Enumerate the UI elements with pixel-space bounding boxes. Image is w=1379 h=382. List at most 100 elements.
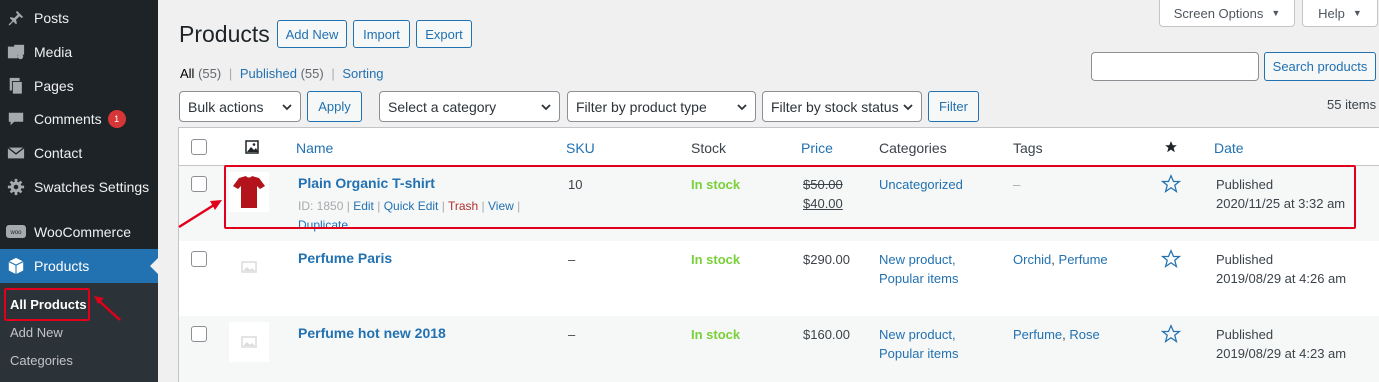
- table-header: Name SKU Stock Price Categories Tags Dat…: [179, 128, 1379, 166]
- svg-text:woo: woo: [9, 230, 22, 236]
- placeholder-image-icon[interactable]: [229, 322, 269, 362]
- category-select[interactable]: Select a category: [379, 91, 560, 122]
- view-all-count: (55): [198, 66, 222, 81]
- gear-icon: [6, 177, 26, 197]
- publish-status: Published: [1216, 252, 1274, 267]
- woo-icon: woo: [6, 222, 26, 242]
- row-checkbox[interactable]: [191, 176, 207, 192]
- featured-star-icon[interactable]: [1161, 324, 1181, 344]
- filter-button[interactable]: Filter: [928, 91, 979, 122]
- sidebar-item-contact[interactable]: Contact: [0, 136, 158, 170]
- view-all-link[interactable]: All: [180, 66, 194, 81]
- table-row: Perfume Paris – In stock $290.00 New pro…: [179, 241, 1379, 316]
- sidebar-item-pages[interactable]: Pages: [0, 69, 158, 103]
- row-checkbox[interactable]: [191, 326, 207, 342]
- sidebar-item-posts[interactable]: Posts: [0, 1, 158, 35]
- comment-icon: [6, 109, 26, 129]
- pin-icon: [6, 8, 26, 28]
- stock-status-value: Filter by stock status: [771, 98, 899, 115]
- table-row: Perfume hot new 2018 – In stock $160.00 …: [179, 316, 1379, 382]
- sidebar-item-label: Contact: [34, 145, 83, 161]
- category-link[interactable]: Popular items: [879, 346, 958, 361]
- view-filters: All (55) | Published (55) | Sorting: [180, 66, 384, 81]
- stock-status: In stock: [691, 327, 741, 342]
- import-button[interactable]: Import: [353, 20, 410, 48]
- image-column-icon: [245, 140, 259, 154]
- select-all-checkbox[interactable]: [191, 139, 207, 155]
- category-link[interactable]: New product,: [879, 327, 956, 342]
- box-icon: [6, 256, 26, 276]
- chevron-down-icon: [737, 104, 747, 111]
- featured-star-icon[interactable]: [1161, 249, 1181, 269]
- sidebar-item-label: Swatches Settings: [34, 179, 150, 195]
- caret-down-icon: ▼: [1352, 8, 1362, 18]
- category-link[interactable]: Popular items: [879, 271, 958, 286]
- sidebar-item-label: WooCommerce: [34, 224, 131, 240]
- help-label: Help: [1318, 5, 1345, 21]
- sidebar-item-label: Comments: [34, 111, 102, 127]
- sidebar-item-products[interactable]: Products: [0, 249, 158, 283]
- sidebar-item-swatches-settings[interactable]: Swatches Settings: [0, 170, 158, 204]
- comments-count-badge: 1: [107, 110, 126, 128]
- chevron-down-icon: [282, 104, 292, 111]
- stock-status: In stock: [691, 252, 741, 267]
- sidebar-item-media[interactable]: Media: [0, 35, 158, 69]
- tag-link[interactable]: Rose: [1069, 327, 1099, 342]
- chevron-down-icon: [903, 104, 913, 111]
- row-highlight-box: [224, 165, 1356, 229]
- screen-options-button[interactable]: Screen Options ▼: [1159, 0, 1295, 27]
- sidebar-item-label: Posts: [34, 10, 70, 26]
- category-value: Select a category: [388, 98, 497, 115]
- separator: |: [228, 66, 233, 81]
- product-name-link[interactable]: Perfume hot new 2018: [298, 325, 446, 341]
- export-button[interactable]: Export: [416, 20, 472, 48]
- arrow-pointer-icon: [178, 200, 222, 229]
- category-link[interactable]: New product,: [879, 252, 956, 267]
- arrow-pointer-icon: [94, 296, 121, 321]
- row-checkbox[interactable]: [191, 251, 207, 267]
- tags-value: Perfume, Rose: [1013, 327, 1100, 342]
- sidebar-item-label: Pages: [34, 78, 74, 94]
- view-published-count: (55): [300, 66, 324, 81]
- pages-icon: [6, 76, 26, 96]
- bulk-actions-value: Bulk actions: [188, 98, 264, 115]
- page-title: Products: [179, 21, 270, 47]
- column-tags: Tags: [1013, 140, 1043, 156]
- tag-link[interactable]: Orchid: [1013, 252, 1051, 267]
- product-name-link[interactable]: Perfume Paris: [298, 250, 392, 266]
- column-sku[interactable]: SKU: [566, 140, 595, 156]
- sidebar-item-woocommerce[interactable]: woo WooCommerce: [0, 215, 158, 249]
- tag-link[interactable]: Perfume: [1059, 252, 1108, 267]
- help-button[interactable]: Help ▼: [1302, 0, 1378, 27]
- sku-value: –: [568, 252, 576, 267]
- view-sorting-link[interactable]: Sorting: [342, 66, 383, 81]
- placeholder-image-icon[interactable]: [229, 247, 269, 287]
- chevron-down-icon: [541, 104, 551, 111]
- tags-value: Orchid, Perfume: [1013, 252, 1108, 267]
- stock-status-select[interactable]: Filter by stock status: [762, 91, 922, 122]
- product-type-value: Filter by product type: [576, 98, 707, 115]
- apply-button[interactable]: Apply: [307, 91, 362, 122]
- all-products-highlight-box: [4, 288, 90, 321]
- bulk-actions-select[interactable]: Bulk actions: [179, 91, 301, 122]
- search-products-button[interactable]: Search products: [1264, 52, 1376, 81]
- search-input[interactable]: [1091, 52, 1259, 81]
- column-name[interactable]: Name: [296, 140, 333, 156]
- column-price[interactable]: Price: [801, 140, 833, 156]
- column-categories: Categories: [879, 140, 947, 156]
- media-icon: [6, 42, 26, 62]
- separator: |: [331, 66, 335, 81]
- submenu-add-new[interactable]: Add New: [10, 325, 63, 340]
- items-count: 55 items: [1327, 97, 1377, 112]
- sidebar-item-label: Media: [34, 44, 73, 60]
- add-new-button[interactable]: Add New: [277, 20, 347, 48]
- sidebar-item-comments[interactable]: Comments 1: [0, 102, 158, 136]
- view-published-link[interactable]: Published: [240, 66, 297, 81]
- product-type-select[interactable]: Filter by product type: [567, 91, 756, 122]
- column-date[interactable]: Date: [1214, 140, 1244, 156]
- tag-link[interactable]: Perfume: [1013, 327, 1062, 342]
- featured-star-icon[interactable]: [1164, 140, 1178, 154]
- screen-options-label: Screen Options: [1173, 5, 1264, 21]
- submenu-categories[interactable]: Categories: [10, 353, 73, 368]
- price-value: $160.00: [803, 327, 850, 342]
